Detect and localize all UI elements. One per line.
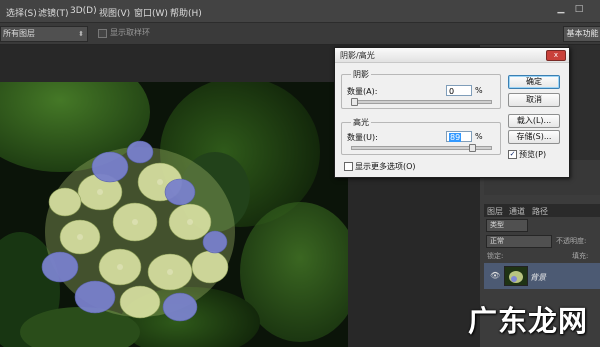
sample-layer-select[interactable]: 所有图层 ⬍ bbox=[0, 26, 88, 42]
opacity-label: 不透明度: bbox=[556, 237, 587, 245]
menu-item-3d[interactable]: 3D(D) bbox=[70, 6, 97, 16]
fill-label: 填充: bbox=[572, 252, 589, 260]
shadows-amount-label: 数量(A): bbox=[347, 87, 378, 96]
shadows-slider-thumb[interactable] bbox=[351, 98, 358, 106]
shadows-slider-track[interactable] bbox=[351, 100, 492, 104]
menu-item-select[interactable]: 选择(S) bbox=[6, 6, 37, 19]
chevron-updown-icon: ⬍ bbox=[78, 30, 84, 38]
hydrangea-image bbox=[0, 82, 348, 347]
eye-icon[interactable]: 👁 bbox=[490, 271, 500, 280]
shadows-amount-input[interactable]: 0 bbox=[446, 85, 472, 96]
menu-item-window[interactable]: 窗口(W) bbox=[134, 6, 168, 19]
options-bar: 所有图层 ⬍ 显示取样环 基本功能 bbox=[0, 23, 600, 45]
watermark: 广东龙网 bbox=[468, 304, 589, 338]
menu-item-filter[interactable]: 滤镜(T) bbox=[38, 6, 69, 19]
shadows-highlights-dialog: 阴影/高光 x 阴影 数量(A): 0 % 高光 数量(U): 89 % 显示更… bbox=[334, 47, 570, 178]
menu-item-view[interactable]: 视图(V) bbox=[99, 6, 130, 19]
menu-bar: 选择(S) 滤镜(T) 3D(D) 视图(V) 窗口(W) 帮助(H) ▁ □ bbox=[0, 0, 600, 23]
dialog-title: 阴影/高光 bbox=[340, 51, 375, 60]
blend-mode-select[interactable]: 正常 bbox=[486, 235, 552, 248]
shadows-amount-value: 0 bbox=[449, 87, 455, 96]
shadows-group-label: 阴影 bbox=[351, 69, 371, 80]
sample-layer-value: 所有图层 bbox=[3, 29, 35, 38]
lock-label: 锁定: bbox=[487, 252, 504, 260]
tab-channels[interactable]: 通道 bbox=[509, 206, 525, 217]
shadows-unit: % bbox=[475, 86, 483, 95]
preview-label: 预览(P) bbox=[519, 150, 547, 159]
highlights-group-label: 高光 bbox=[351, 117, 371, 128]
sample-ring-checkbox[interactable] bbox=[98, 29, 107, 38]
layer-kind-filter[interactable]: 类型 bbox=[486, 219, 528, 232]
save-button[interactable]: 存储(S)... bbox=[508, 130, 560, 144]
minimize-icon[interactable]: ▁ bbox=[556, 4, 566, 14]
menu-item-help[interactable]: 帮助(H) bbox=[170, 6, 202, 19]
more-options-checkbox[interactable] bbox=[344, 162, 353, 171]
highlights-unit: % bbox=[475, 132, 483, 141]
layer-thumbnail bbox=[504, 266, 528, 286]
highlights-slider-thumb[interactable] bbox=[469, 144, 477, 152]
layer-thumbnail-image bbox=[505, 267, 527, 285]
highlights-amount-label: 数量(U): bbox=[347, 133, 378, 142]
layers-panel-tabs: 图层 通道 路径 bbox=[484, 204, 600, 217]
hydrangea-photo bbox=[0, 82, 348, 347]
more-options-label: 显示更多选项(O) bbox=[355, 162, 416, 171]
cancel-button[interactable]: 取消 bbox=[508, 93, 560, 107]
layer-name: 背景 bbox=[530, 273, 546, 282]
layer-kind-value: 类型 bbox=[490, 221, 504, 229]
load-button[interactable]: 载入(L)... bbox=[508, 114, 560, 128]
dialog-title-bar[interactable]: 阴影/高光 x bbox=[335, 48, 569, 63]
sample-ring-label: 显示取样环 bbox=[110, 28, 150, 37]
workspace-button[interactable]: 基本功能 bbox=[563, 26, 600, 42]
blend-mode-value: 正常 bbox=[490, 237, 504, 245]
highlights-amount-value: 89 bbox=[449, 133, 462, 142]
restore-icon[interactable]: □ bbox=[574, 4, 584, 14]
panel-dock-top bbox=[568, 45, 600, 163]
preview-checkbox[interactable]: ✓ bbox=[508, 150, 517, 159]
tab-layers[interactable]: 图层 bbox=[487, 206, 503, 217]
ok-button[interactable]: 确定 bbox=[508, 75, 560, 89]
highlights-amount-input[interactable]: 89 bbox=[446, 131, 472, 142]
close-icon[interactable]: x bbox=[546, 50, 566, 61]
tab-paths[interactable]: 路径 bbox=[532, 206, 548, 217]
